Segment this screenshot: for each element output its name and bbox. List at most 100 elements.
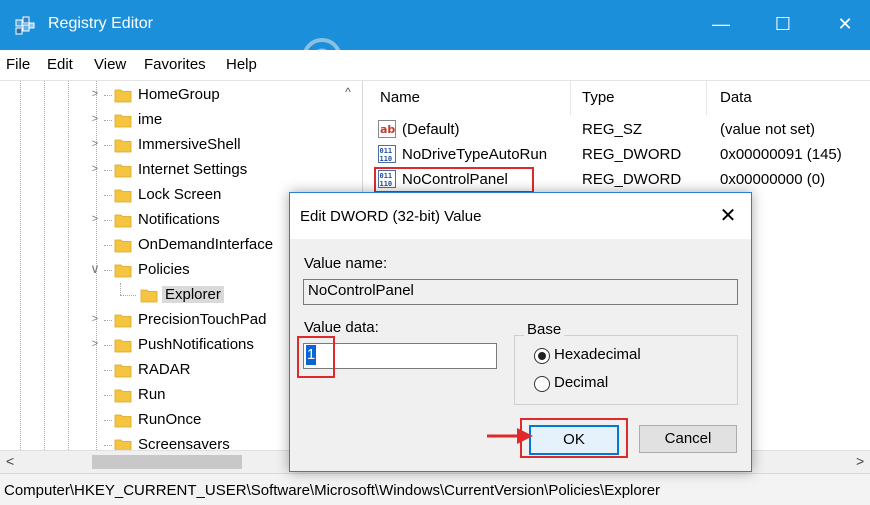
- tree-connector: [104, 220, 112, 221]
- tree-connector: [104, 420, 112, 421]
- chevron-right-icon[interactable]: >: [88, 212, 102, 226]
- value-name-label: Value name:: [304, 255, 388, 272]
- string-value-icon: ab: [378, 120, 396, 138]
- value-name-field: NoControlPanel: [303, 279, 738, 305]
- tree-connector: [104, 445, 112, 446]
- dialog-title-bar: Edit DWORD (32-bit) Value ✕: [290, 193, 751, 239]
- column-header-name[interactable]: Name: [380, 89, 420, 106]
- value-name-text: NoControlPanel: [308, 282, 414, 299]
- dword-value-icon: 011 110: [378, 145, 396, 163]
- tree-connector: [104, 345, 112, 346]
- folder-icon: [114, 264, 132, 278]
- value-type: REG_SZ: [582, 121, 643, 138]
- tree-item[interactable]: > ImmersiveShell: [0, 133, 340, 158]
- column-header-data[interactable]: Data: [720, 89, 752, 106]
- tree-item-label: ime: [138, 111, 163, 128]
- tree-connector: [104, 120, 112, 121]
- tree-connector: [104, 95, 112, 96]
- tree-item-label: PushNotifications: [138, 336, 254, 353]
- registry-path: Computer\HKEY_CURRENT_USER\Software\Micr…: [4, 482, 661, 499]
- tree-item-label: Explorer: [162, 286, 224, 303]
- tree-item-label: RunOnce: [138, 411, 202, 428]
- column-separator[interactable]: [570, 81, 571, 115]
- scroll-left-arrow[interactable]: <: [6, 453, 14, 469]
- menu-help[interactable]: Help: [226, 56, 257, 73]
- tree-item-label: Notifications: [138, 211, 220, 228]
- tree-connector: [104, 245, 112, 246]
- menu-file[interactable]: File: [6, 56, 30, 73]
- dialog-title: Edit DWORD (32-bit) Value: [300, 208, 482, 225]
- column-separator[interactable]: [706, 81, 707, 115]
- chevron-right-icon[interactable]: >: [88, 162, 102, 176]
- folder-icon: [114, 164, 132, 178]
- column-header-type[interactable]: Type: [582, 89, 615, 106]
- value-type: REG_DWORD: [582, 146, 682, 163]
- base-label: Base: [524, 321, 565, 338]
- tree-connector: [104, 145, 112, 146]
- decimal-radio[interactable]: [534, 376, 550, 392]
- tree-connector: [104, 320, 112, 321]
- menu-bar: File Edit View Favorites Help: [0, 50, 870, 81]
- tree-item-label: PrecisionTouchPad: [138, 311, 267, 328]
- decimal-label[interactable]: Decimal: [554, 374, 608, 391]
- tree-connector: [104, 370, 112, 371]
- tree-item-label: Lock Screen: [138, 186, 222, 203]
- value-data-label: Value data:: [304, 319, 379, 336]
- folder-icon: [114, 339, 132, 353]
- value-data: 0x00000000 (0): [720, 171, 826, 188]
- tree-item-label: Policies: [138, 261, 190, 278]
- chevron-right-icon[interactable]: >: [88, 112, 102, 126]
- status-bar: Computer\HKEY_CURRENT_USER\Software\Micr…: [0, 473, 870, 505]
- folder-icon: [114, 314, 132, 328]
- tree-item[interactable]: > Internet Settings: [0, 158, 340, 183]
- menu-view[interactable]: View: [94, 56, 126, 73]
- chevron-right-icon[interactable]: >: [88, 337, 102, 351]
- svg-text:110: 110: [380, 155, 393, 163]
- menu-edit[interactable]: Edit: [47, 56, 73, 73]
- folder-icon: [114, 364, 132, 378]
- cancel-button[interactable]: Cancel: [639, 425, 737, 453]
- tree-connector: [104, 195, 112, 196]
- folder-icon: [114, 139, 132, 153]
- folder-icon: [114, 389, 132, 403]
- maximize-button[interactable]: ☐: [768, 12, 798, 36]
- chevron-right-icon[interactable]: >: [88, 312, 102, 326]
- red-arrow-icon: [487, 428, 533, 444]
- value-row[interactable]: ab (Default) REG_SZ (value not set): [364, 117, 870, 142]
- tree-item-label: OnDemandInterface: [138, 236, 274, 253]
- folder-icon: [114, 214, 132, 228]
- highlight-box: [520, 418, 628, 458]
- value-type: REG_DWORD: [582, 171, 682, 188]
- tree-item[interactable]: > ime: [0, 108, 340, 133]
- value-row[interactable]: 011 110 NoDriveTypeAutoRun REG_DWORD 0x0…: [364, 142, 870, 167]
- folder-icon: [114, 189, 132, 203]
- tree-scroll-up-arrow[interactable]: ^: [340, 85, 356, 101]
- highlight-box: [374, 167, 534, 193]
- chevron-right-icon[interactable]: >: [88, 87, 102, 101]
- chevron-down-icon[interactable]: ∨: [88, 262, 102, 276]
- radio-selected-dot: [538, 352, 546, 360]
- tree-connector: [120, 283, 121, 295]
- tree-item-label: HomeGroup: [138, 86, 220, 103]
- folder-icon: [114, 414, 132, 428]
- folder-icon: [114, 239, 132, 253]
- tree-connector: [104, 395, 112, 396]
- tree-connector: [104, 270, 112, 271]
- scroll-thumb[interactable]: [92, 455, 242, 469]
- folder-icon: [114, 89, 132, 103]
- dialog-close-button[interactable]: ✕: [714, 203, 742, 229]
- tree-item-label: ImmersiveShell: [138, 136, 241, 153]
- scroll-right-arrow[interactable]: >: [856, 453, 864, 469]
- folder-icon: [140, 289, 158, 303]
- tree-item[interactable]: > HomeGroup: [0, 83, 340, 108]
- value-data: 0x00000091 (145): [720, 146, 842, 163]
- chevron-right-icon[interactable]: >: [88, 137, 102, 151]
- close-button[interactable]: ✕: [830, 12, 860, 36]
- window-title: Registry Editor: [48, 15, 153, 32]
- svg-text:ab: ab: [380, 123, 395, 136]
- menu-favorites[interactable]: Favorites: [144, 56, 206, 73]
- hexadecimal-radio[interactable]: [534, 348, 550, 364]
- folder-icon: [114, 439, 132, 450]
- minimize-button[interactable]: —: [706, 12, 736, 36]
- hexadecimal-label[interactable]: Hexadecimal: [554, 346, 641, 363]
